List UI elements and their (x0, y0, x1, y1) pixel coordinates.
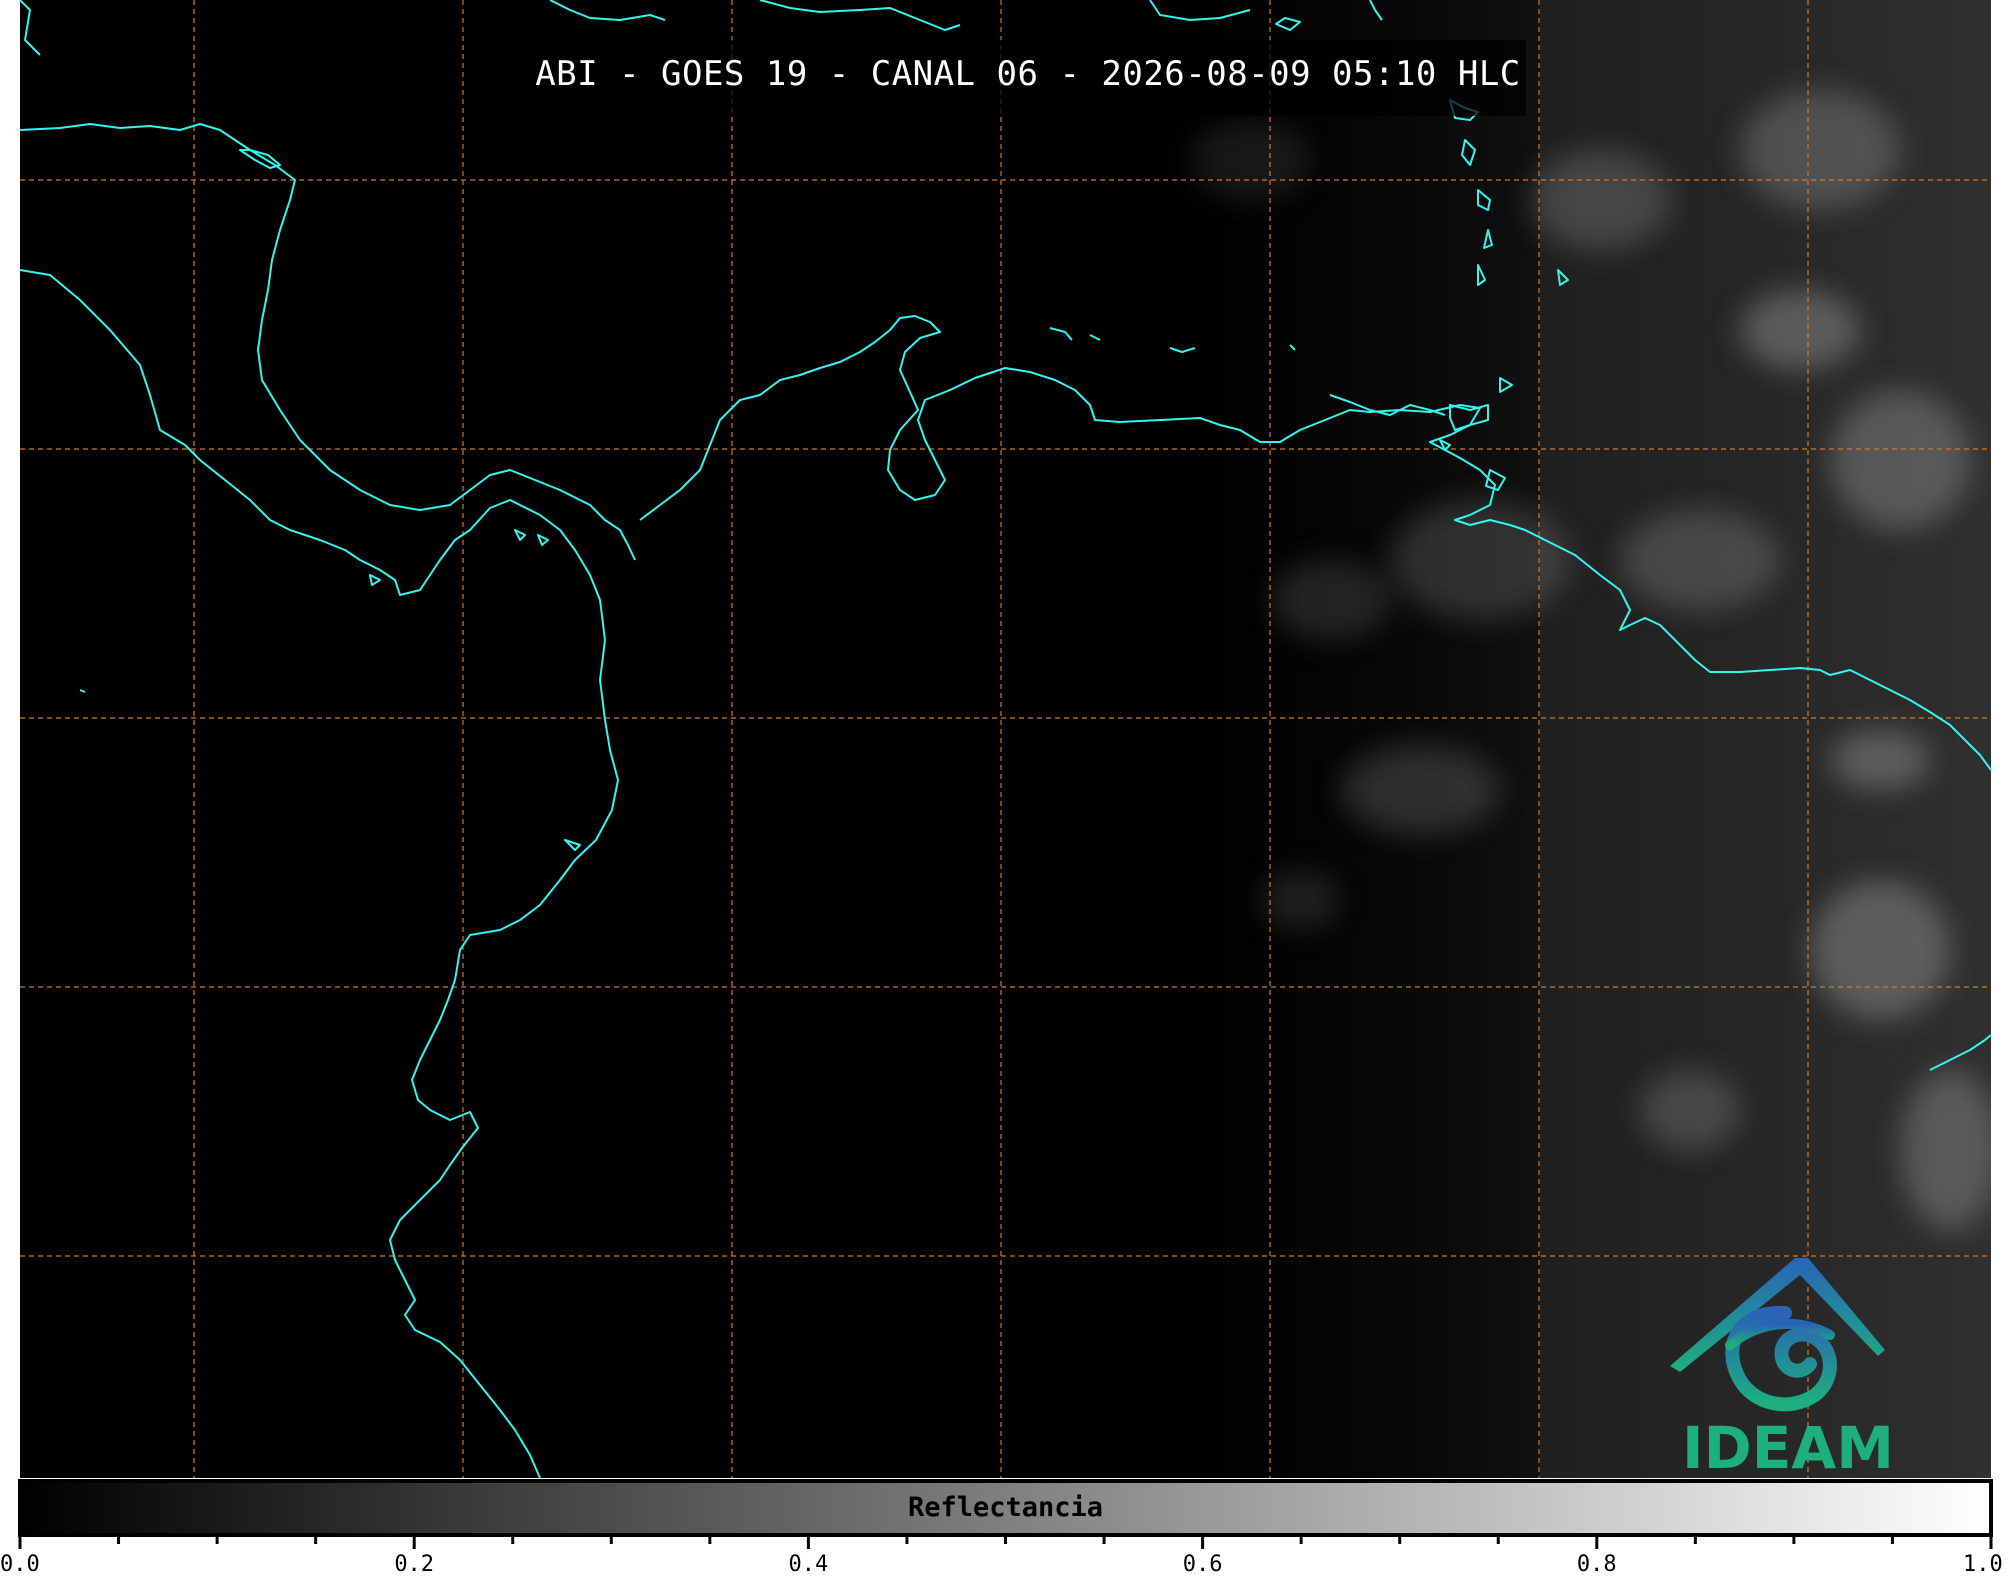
colorbar-ticks (18, 1535, 1993, 1549)
colorbar-tick-label: 0.4 (788, 1552, 829, 1577)
colorbar-tick-label: 0.0 (0, 1552, 40, 1577)
colorbar-tick-label: 0.8 (1576, 1552, 1617, 1577)
map-canvas (18, 0, 1993, 1549)
logo-text: IDEAM (1682, 1414, 1894, 1482)
colorbar-tick-label: 0.6 (1182, 1552, 1223, 1577)
colorbar-label: Reflectancia (907, 1492, 1104, 1523)
colorbar-tick-label: 1.0 (1963, 1552, 2003, 1577)
satellite-map-panel: ABI - GOES 19 - CANAL 06 - 2026-08-09 05… (0, 0, 2011, 1577)
map-title: ABI - GOES 19 - CANAL 06 - 2026-08-09 05… (535, 54, 1521, 94)
colorbar-tick-label: 0.2 (394, 1552, 435, 1577)
